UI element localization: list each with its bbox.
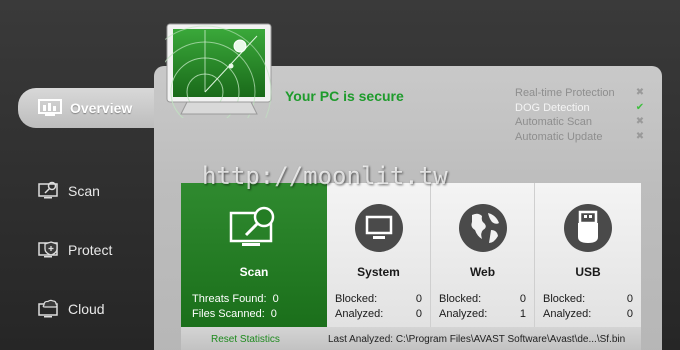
- stat-label: Files Scanned:: [192, 308, 265, 320]
- sidebar-item-overview[interactable]: Overview: [18, 88, 168, 128]
- sidebar-item-label: Overview: [70, 100, 133, 116]
- cloud-icon: [38, 299, 58, 318]
- stat-label: Analyzed:: [335, 308, 384, 320]
- monitor-icon: [354, 204, 403, 252]
- stat-value: 0: [519, 293, 526, 305]
- status-title: Your PC is secure: [285, 88, 404, 104]
- check-icon: ✔: [635, 101, 645, 113]
- close-icon: ✖: [635, 116, 645, 128]
- scan-tile[interactable]: Scan Threats Found: 0 Files Scanned: 0: [181, 183, 327, 327]
- sidebar-item-cloud[interactable]: Cloud: [38, 296, 105, 322]
- tile-stats: Threats Found: 0 Files Scanned: 0: [192, 292, 319, 322]
- globe-icon: [458, 204, 507, 252]
- stat-label: Blocked:: [439, 293, 482, 305]
- tile-title: Scan: [239, 265, 269, 279]
- stat-value: 0: [270, 308, 277, 320]
- watermark-text: http://moonlit.tw: [202, 162, 448, 190]
- overview-icon: [38, 99, 62, 116]
- protect-icon: [38, 241, 58, 258]
- tile-stats: Blocked: 0 Analyzed: 0: [335, 292, 422, 322]
- protection-row-dog: DOG Detection ✔: [515, 101, 645, 116]
- scan-monitor-icon: [229, 206, 275, 246]
- stat-label: Threats Found:: [192, 293, 267, 305]
- close-icon: ✖: [635, 130, 645, 142]
- usb-icon: [564, 204, 612, 252]
- stat-value: 0: [272, 293, 279, 305]
- stats-footer: Reset Statistics Last Analyzed: C:\Progr…: [181, 327, 641, 350]
- sidebar-item-label: Cloud: [68, 301, 105, 317]
- protection-row-realtime: Real-time Protection ✖: [515, 86, 645, 101]
- stat-value: 1: [519, 308, 526, 320]
- web-tile[interactable]: Web Blocked: 0 Analyzed: 1: [431, 183, 535, 327]
- tile-stats: Blocked: 0 Analyzed: 1: [439, 292, 526, 322]
- reset-statistics-link[interactable]: Reset Statistics: [211, 334, 280, 345]
- stat-label: Blocked:: [543, 293, 586, 305]
- stat-label: Analyzed:: [439, 308, 488, 320]
- sidebar-item-label: Protect: [68, 242, 113, 258]
- protection-row-autoupdate: Automatic Update ✖: [515, 130, 645, 145]
- stat-value: 0: [415, 293, 422, 305]
- stat-label: Analyzed:: [543, 308, 592, 320]
- sidebar-item-protect[interactable]: Protect: [38, 237, 112, 263]
- tile-title: System: [357, 265, 400, 279]
- protection-list: Real-time Protection ✖ DOG Detection ✔ A…: [515, 86, 645, 144]
- tile-title: Web: [469, 265, 496, 279]
- scan-icon: [38, 181, 58, 199]
- protection-label: Automatic Scan: [515, 116, 593, 129]
- protection-row-autoscan: Automatic Scan ✖: [515, 115, 645, 130]
- protection-label: Automatic Update: [515, 130, 603, 143]
- tile-stats: Blocked: 0 Analyzed: 0: [543, 292, 633, 322]
- stat-value: 0: [626, 293, 633, 305]
- stat-label: Blocked:: [335, 293, 378, 305]
- protection-label: Real-time Protection: [515, 87, 615, 100]
- stat-value: 0: [626, 308, 633, 320]
- system-tile[interactable]: System Blocked: 0 Analyzed: 0: [327, 183, 431, 327]
- radar-monitor-icon: [165, 23, 272, 118]
- usb-tile[interactable]: USB Blocked: 0 Analyzed: 0: [535, 183, 641, 327]
- sidebar-item-scan[interactable]: Scan: [38, 178, 100, 204]
- feature-tiles: Scan Threats Found: 0 Files Scanned: 0 Sys…: [181, 183, 641, 327]
- last-analyzed-text: Last Analyzed: C:\Program Files\AVAST So…: [328, 334, 626, 345]
- stat-value: 0: [415, 308, 422, 320]
- tile-title: USB: [575, 265, 601, 279]
- protection-label: DOG Detection: [515, 101, 590, 114]
- sidebar: Overview Scan Protect Cloud: [0, 0, 168, 350]
- close-icon: ✖: [635, 87, 645, 99]
- sidebar-item-label: Scan: [68, 183, 100, 199]
